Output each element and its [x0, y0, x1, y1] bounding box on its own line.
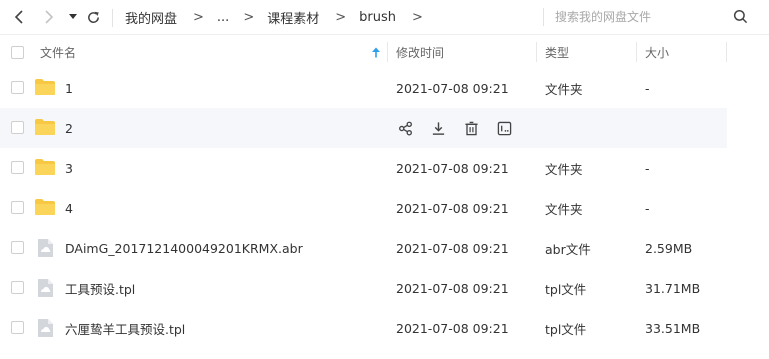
file-name[interactable]: 2 [65, 108, 73, 148]
file-icon [38, 279, 53, 297]
column-label: 大小 [645, 45, 670, 60]
sort-ascending-icon[interactable] [371, 47, 381, 58]
folder-icon [35, 199, 55, 215]
search-box [543, 5, 769, 30]
navigation-bar: 我的网盘 > ... > 课程素材 > brush > [0, 0, 769, 35]
breadcrumb-item-current[interactable]: brush [359, 10, 396, 25]
download-icon [432, 121, 444, 135]
file-type: 文件夹 [545, 161, 583, 177]
file-size: - [645, 80, 650, 96]
file-name[interactable]: 六厘鸷羊工具预设.tpl [65, 308, 185, 348]
file-type: abr文件 [545, 241, 591, 257]
modified-time: 2021-07-08 09:21 [396, 320, 509, 336]
table-row[interactable]: 1 2021-07-08 09:21 文件夹 - [0, 68, 727, 108]
row-checkbox[interactable] [11, 161, 24, 174]
column-divider [536, 42, 537, 62]
file-size: - [645, 200, 650, 216]
table-row[interactable]: DAimG_2017121400049201KRMX.abr 2021-07-0… [0, 228, 727, 268]
folder-icon [35, 79, 55, 95]
divider [543, 8, 544, 26]
column-header-size[interactable]: 大小 [645, 35, 669, 69]
trash-icon [464, 121, 478, 135]
history-dropdown-button[interactable] [64, 8, 82, 26]
chevron-right-icon [45, 10, 54, 24]
breadcrumb-separator-icon: > [193, 10, 204, 25]
modified-time: 2021-07-08 09:21 [396, 200, 509, 216]
caret-down-icon [69, 14, 77, 19]
row-checkbox[interactable] [11, 321, 24, 334]
table-row[interactable]: 4 2021-07-08 09:21 文件夹 - [0, 188, 727, 228]
folder-icon [35, 119, 55, 135]
refresh-button[interactable] [84, 8, 102, 26]
file-type: tpl文件 [545, 321, 587, 337]
forward-button[interactable] [40, 8, 58, 26]
file-size: - [645, 160, 650, 176]
breadcrumb-item-course[interactable]: 课程素材 [267, 8, 319, 27]
column-label: 文件名 [40, 45, 77, 60]
file-size: 2.59MB [645, 240, 693, 256]
table-row[interactable]: 工具预设.tpl 2021-07-08 09:21 tpl文件 31.71MB [0, 268, 727, 308]
column-divider [387, 42, 388, 62]
file-type: 文件夹 [545, 201, 583, 217]
refresh-icon [87, 11, 99, 23]
folder-icon [35, 159, 55, 175]
back-button[interactable] [10, 8, 28, 26]
breadcrumb: 我的网盘 > ... > 课程素材 > brush > [112, 0, 436, 35]
column-header-name[interactable]: 文件名 [40, 35, 76, 69]
row-actions [396, 119, 528, 137]
more-icon [497, 121, 511, 135]
column-divider [726, 42, 727, 62]
breadcrumb-item-root[interactable]: 我的网盘 [125, 8, 177, 27]
table-header: 文件名 修改时间 类型 大小 [0, 35, 727, 69]
row-checkbox[interactable] [11, 81, 24, 94]
file-name[interactable]: DAimG_2017121400049201KRMX.abr [65, 228, 303, 268]
modified-time: 2021-07-08 09:21 [396, 240, 509, 256]
delete-button[interactable] [462, 119, 480, 137]
table-row[interactable]: 六厘鸷羊工具预设.tpl 2021-07-08 09:21 tpl文件 33.5… [0, 308, 727, 348]
table-row[interactable]: 3 2021-07-08 09:21 文件夹 - [0, 148, 727, 188]
column-label: 类型 [545, 45, 570, 60]
file-size: 33.51MB [645, 320, 701, 336]
breadcrumb-separator-icon: > [335, 10, 347, 25]
table-row[interactable]: 2 [0, 108, 727, 148]
column-header-modified[interactable]: 修改时间 [396, 35, 444, 69]
breadcrumb-separator-icon: > [243, 10, 255, 25]
modified-time: 2021-07-08 09:21 [396, 80, 509, 96]
file-size: 31.71MB [645, 280, 701, 296]
breadcrumb-item-collapsed[interactable]: ... [217, 10, 229, 25]
row-checkbox[interactable] [11, 201, 24, 214]
modified-time: 2021-07-08 09:21 [396, 280, 509, 296]
file-name[interactable]: 3 [65, 148, 73, 188]
file-name[interactable]: 4 [65, 188, 73, 228]
column-divider [636, 42, 637, 62]
file-name[interactable]: 1 [65, 68, 73, 108]
breadcrumb-separator-icon: > [412, 10, 423, 25]
row-checkbox[interactable] [11, 241, 24, 254]
modified-time: 2021-07-08 09:21 [396, 160, 509, 176]
share-icon [398, 121, 412, 135]
file-type: tpl文件 [545, 281, 587, 297]
search-input[interactable] [555, 7, 725, 27]
divider [112, 8, 113, 27]
row-checkbox[interactable] [11, 121, 24, 134]
file-icon [38, 319, 53, 337]
share-button[interactable] [396, 119, 414, 137]
row-checkbox[interactable] [11, 281, 24, 294]
file-type: 文件夹 [545, 81, 583, 97]
select-all-checkbox[interactable] [11, 46, 24, 59]
file-name[interactable]: 工具预设.tpl [65, 268, 135, 308]
more-actions-button[interactable] [495, 119, 513, 137]
download-button[interactable] [429, 119, 447, 137]
column-header-type[interactable]: 类型 [545, 35, 569, 69]
chevron-left-icon [14, 10, 23, 24]
search-icon[interactable] [733, 9, 748, 24]
column-label: 修改时间 [396, 45, 445, 60]
file-icon [38, 239, 53, 257]
